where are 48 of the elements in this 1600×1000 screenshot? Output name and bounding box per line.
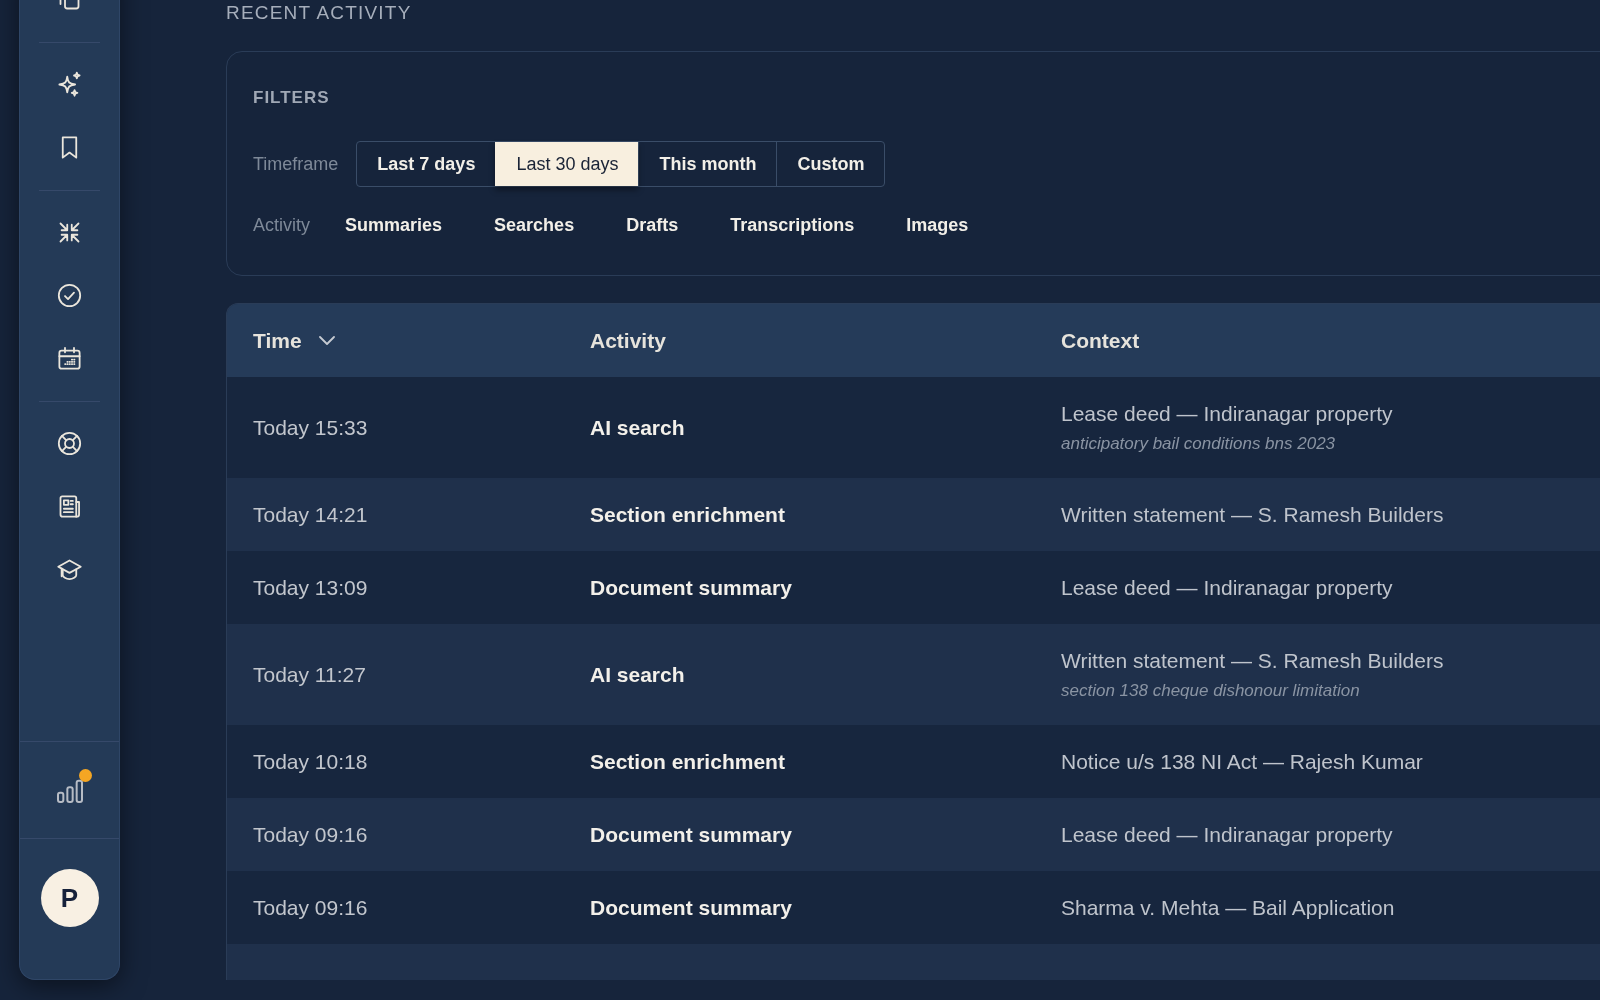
timeframe-label: Timeframe <box>253 153 339 175</box>
activity-filter-option[interactable]: Drafts <box>626 213 679 237</box>
sparkle-icon[interactable] <box>56 71 83 98</box>
time-text: Today 09:16 <box>253 895 368 920</box>
activity-type-text: Document summary <box>590 895 792 920</box>
search-query-text: section 138 cheque dishonour limitation <box>1061 681 1360 701</box>
activity-filter-option[interactable]: Images <box>906 213 969 237</box>
context-text: Written statement — S. Ramesh Builders <box>1061 648 1444 673</box>
context-text: Lease deed — Indiranagar property <box>1061 575 1393 600</box>
time-text: Today 10:18 <box>253 749 368 774</box>
activity-label: Activity <box>253 214 310 236</box>
search-query-text: anticipatory bail conditions bns 2023 <box>1061 434 1336 454</box>
filters-title: FILTERS <box>253 88 330 108</box>
table-row[interactable]: Today 09:16 Document summary Sharma v. Mehta — Bail Application <box>227 871 1600 944</box>
time-text: Today 15:33 <box>253 415 368 440</box>
activity-type-text: AI search <box>590 415 685 440</box>
activity-type-text: AI search <box>590 662 685 687</box>
table-row[interactable]: Today 13:09 Document summary Lease deed — Indiranagar property <box>227 551 1600 624</box>
column-header[interactable]: Context <box>1061 328 1140 353</box>
context-text: Lease deed — Indiranagar property <box>1061 401 1393 426</box>
timeframe-option[interactable]: Last 30 days <box>495 142 639 186</box>
column-header[interactable]: Time <box>253 328 302 353</box>
timeframe-option[interactable]: This month <box>638 142 777 186</box>
table-row[interactable]: Today 10:18 Section enrichment Notice u/s 138 NI Act — Rajesh Kumar <box>227 725 1600 798</box>
context-text: Sharma v. Mehta — Bail Application <box>1061 895 1395 920</box>
activity-type-text: Document summary <box>590 575 792 600</box>
time-text: Today 14:21 <box>253 502 368 527</box>
user-avatar[interactable]: P <box>40 869 99 927</box>
page-title: RECENT ACTIVITY <box>226 1 412 25</box>
activity-filter-option[interactable]: Transcriptions <box>730 213 855 237</box>
time-text: Today 09:16 <box>253 822 368 847</box>
context-text: Notice u/s 138 NI Act — Rajesh Kumar <box>1061 749 1423 774</box>
timeframe-option[interactable]: Last 7 days <box>357 142 496 186</box>
activity-filter-option[interactable]: Searches <box>494 213 575 237</box>
timeframe-option[interactable]: Custom <box>776 142 885 186</box>
table-row[interactable]: Today 15:33 AI search Lease deed — Indiranagar property anticipatory bail conditions bns 2023 <box>227 377 1600 478</box>
context-text: Written statement — S. Ramesh Builders <box>1061 502 1444 527</box>
activity-type-text: Document summary <box>590 822 792 847</box>
check-circle-icon[interactable] <box>56 282 83 309</box>
activity-type-text: Section enrichment <box>590 502 785 527</box>
lifebuoy-icon[interactable] <box>56 430 83 457</box>
time-text: Today 11:27 <box>253 662 366 687</box>
time-text: Today 13:09 <box>253 575 368 600</box>
context-text: Lease deed — Indiranagar property <box>1061 822 1393 847</box>
calendar-icon[interactable] <box>56 345 83 372</box>
column-header[interactable]: Activity <box>590 328 666 353</box>
activity-type-text: Section enrichment <box>590 749 785 774</box>
activity-filter-option[interactable]: Summaries <box>345 213 443 237</box>
